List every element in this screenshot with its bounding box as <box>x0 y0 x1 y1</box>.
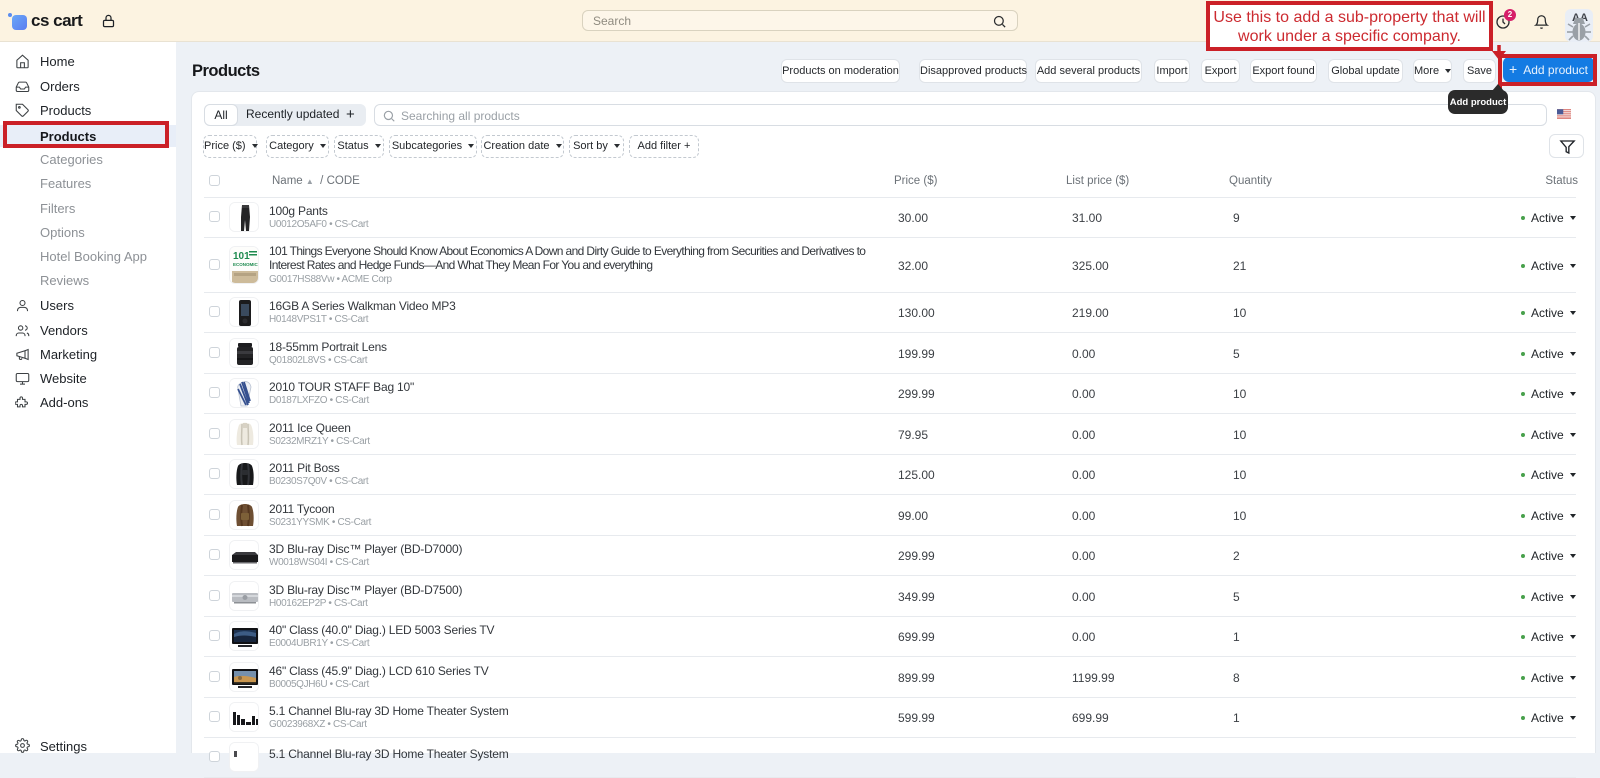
svg-text:101: 101 <box>233 251 250 262</box>
svg-text:ECONOMICS: ECONOMICS <box>233 262 259 267</box>
